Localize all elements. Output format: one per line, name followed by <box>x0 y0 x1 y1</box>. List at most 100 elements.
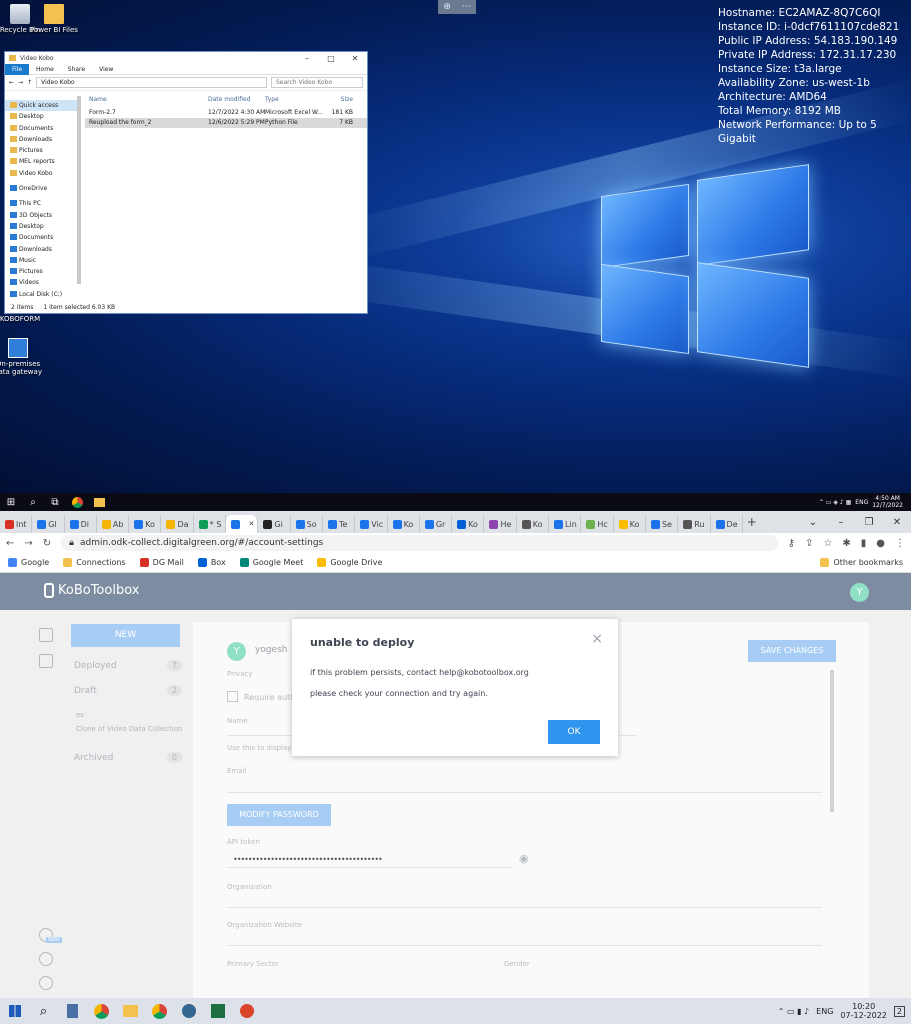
library-icon[interactable] <box>39 654 53 668</box>
key-icon[interactable]: ⚷ <box>788 538 795 549</box>
share-icon[interactable]: ⇪ <box>805 538 813 549</box>
sidebar-project-link[interactable]: Clone of Video Data Collection <box>76 725 182 733</box>
nav-item[interactable]: This PC <box>5 198 79 209</box>
nav-item[interactable]: 3D Objects <box>5 210 79 221</box>
support-icon[interactable] <box>39 952 53 966</box>
search-icon[interactable]: ⌕ <box>29 998 58 1024</box>
tray-icons[interactable]: ⌃ ▭ ▮ ♪ <box>778 1007 809 1016</box>
save-changes-button[interactable]: SAVE CHANGES <box>748 640 836 662</box>
browser-tab[interactable]: De <box>711 515 743 533</box>
browser-tab[interactable]: Te <box>323 515 356 533</box>
nav-item[interactable]: Documents <box>5 232 79 243</box>
column-size[interactable]: Size <box>323 95 353 105</box>
tab-close-icon[interactable]: ✕ <box>249 520 258 528</box>
modify-password-button[interactable]: MODIFY PASSWORD <box>227 804 331 826</box>
ribbon-tab-file[interactable]: File <box>5 63 30 75</box>
browser-tab[interactable]: So <box>291 515 323 533</box>
column-type[interactable]: Type <box>265 95 323 105</box>
search-input[interactable]: Search Video Kobo <box>271 77 363 88</box>
address-bar[interactable]: Video Kobo <box>36 77 267 88</box>
nav-item[interactable]: Downloads <box>5 244 79 255</box>
rdp-connection-bar[interactable]: ⊕ ⋯ <box>438 0 476 14</box>
browser-tab[interactable]: Int <box>0 515 33 533</box>
remote-desktop-icon[interactable] <box>232 998 261 1024</box>
postgres-icon[interactable] <box>174 998 203 1024</box>
task-view-icon[interactable]: ⧉ <box>44 493 66 511</box>
notification-icon[interactable]: 2 <box>893 1005 905 1017</box>
eye-icon[interactable]: ◉ <box>519 852 529 865</box>
browser-tab[interactable]: Gr <box>420 515 453 533</box>
close-icon[interactable]: × <box>591 631 603 647</box>
browser-tab[interactable]: Ab <box>97 515 130 533</box>
column-date[interactable]: Date modified <box>208 95 265 105</box>
nav-item[interactable]: Pictures <box>5 145 79 156</box>
browser-tab[interactable]: He <box>484 515 517 533</box>
desktop-icon-koboform[interactable]: KOBOFORM <box>0 315 46 323</box>
bookmark-other[interactable]: Other bookmarks <box>820 558 903 567</box>
extensions-icon[interactable]: ✱ <box>842 538 850 549</box>
up-arrow-icon[interactable]: ↑ <box>27 79 32 86</box>
bookmark-box[interactable]: Box <box>197 558 226 567</box>
kobo-logo[interactable]: KoBoToolbox <box>44 583 139 598</box>
ribbon-tab-view[interactable]: View <box>92 66 120 73</box>
browser-tab[interactable]: ✕ <box>226 515 259 533</box>
nav-item[interactable]: Desktop <box>5 221 79 232</box>
close-icon[interactable]: ✕ <box>343 54 367 63</box>
file-explorer-icon[interactable] <box>116 998 145 1024</box>
chrome-icon[interactable] <box>66 493 88 511</box>
nav-item[interactable]: Pictures <box>5 266 79 277</box>
avatar[interactable]: Y <box>850 583 869 602</box>
chrome-icon[interactable] <box>87 998 116 1024</box>
forward-arrow-icon[interactable]: → <box>18 79 23 86</box>
sidepanel-icon[interactable]: ▮ <box>861 538 867 549</box>
bookmark-star-icon[interactable]: ☆ <box>823 538 832 549</box>
browser-tab[interactable]: Gl <box>32 515 65 533</box>
file-explorer-icon[interactable] <box>88 493 110 511</box>
email-field[interactable] <box>227 792 822 793</box>
windows-start-icon[interactable] <box>0 998 29 1024</box>
require-auth-checkbox[interactable] <box>227 691 238 702</box>
minimize-icon[interactable]: – <box>295 54 319 63</box>
file-row-selected[interactable]: Reupload the form_2 12/6/2022 5:29 PM Py… <box>85 118 367 128</box>
browser-tab[interactable]: * S <box>194 515 227 533</box>
browser-tab[interactable]: Ru <box>678 515 711 533</box>
bookmark-dg-mail[interactable]: DG Mail <box>139 558 184 567</box>
bookmark-google-drive[interactable]: Google Drive <box>317 558 382 567</box>
restore-icon[interactable]: ❐ <box>855 517 883 528</box>
nav-item[interactable]: Downloads <box>5 134 79 145</box>
desktop-icon-data-gateway[interactable]: On-premises data gateway <box>0 338 44 376</box>
nav-item[interactable]: MEL reports <box>5 156 79 167</box>
calculator-icon[interactable] <box>58 998 87 1024</box>
browser-tab[interactable]: Ko <box>388 515 420 533</box>
ellipsis-icon[interactable]: ⋯ <box>462 2 471 12</box>
nav-scrollbar[interactable] <box>77 96 81 284</box>
back-arrow-icon[interactable]: ← <box>6 538 14 549</box>
bookmark-google[interactable]: Google <box>8 558 49 567</box>
new-tab-button[interactable]: + <box>743 515 761 533</box>
profile-icon[interactable]: ● <box>876 538 885 549</box>
browser-tab[interactable]: Lin <box>549 515 582 533</box>
browser-tab[interactable]: Da <box>161 515 194 533</box>
ribbon-tab-home[interactable]: Home <box>29 66 61 73</box>
language-indicator[interactable]: ENG <box>816 1007 833 1016</box>
sidebar-item-draft[interactable]: Draft 2 <box>74 685 182 696</box>
maximize-icon[interactable]: □ <box>319 54 343 63</box>
language-indicator[interactable]: ENG <box>855 499 868 506</box>
browser-tab[interactable]: Vic <box>355 515 388 533</box>
browser-tab[interactable]: Hc <box>581 515 614 533</box>
chrome-profile-icon[interactable] <box>145 998 174 1024</box>
organization-website-field[interactable] <box>227 945 822 946</box>
file-row[interactable]: Form-2.7 12/7/2022 4:30 AM Microsoft Exc… <box>85 108 367 118</box>
back-arrow-icon[interactable]: ← <box>9 79 14 86</box>
new-button[interactable]: NEW <box>71 624 180 647</box>
organization-field[interactable] <box>227 907 822 908</box>
nav-item[interactable]: OneDrive <box>5 183 79 194</box>
nav-item[interactable]: Desktop <box>5 111 79 122</box>
browser-tab[interactable]: Ko <box>517 515 550 533</box>
api-token-field[interactable]: •••••••••••••••••••••••••••••••••••••••• <box>233 855 383 864</box>
column-name[interactable]: Name <box>85 95 208 105</box>
browser-tab[interactable]: Ko <box>129 515 162 533</box>
zoom-icon[interactable]: ⊕ <box>443 2 451 12</box>
ok-button[interactable]: OK <box>548 720 600 744</box>
address-bar[interactable]: 🔒︎ admin.odk-collect.digitalgreen.org/#/… <box>61 535 778 551</box>
